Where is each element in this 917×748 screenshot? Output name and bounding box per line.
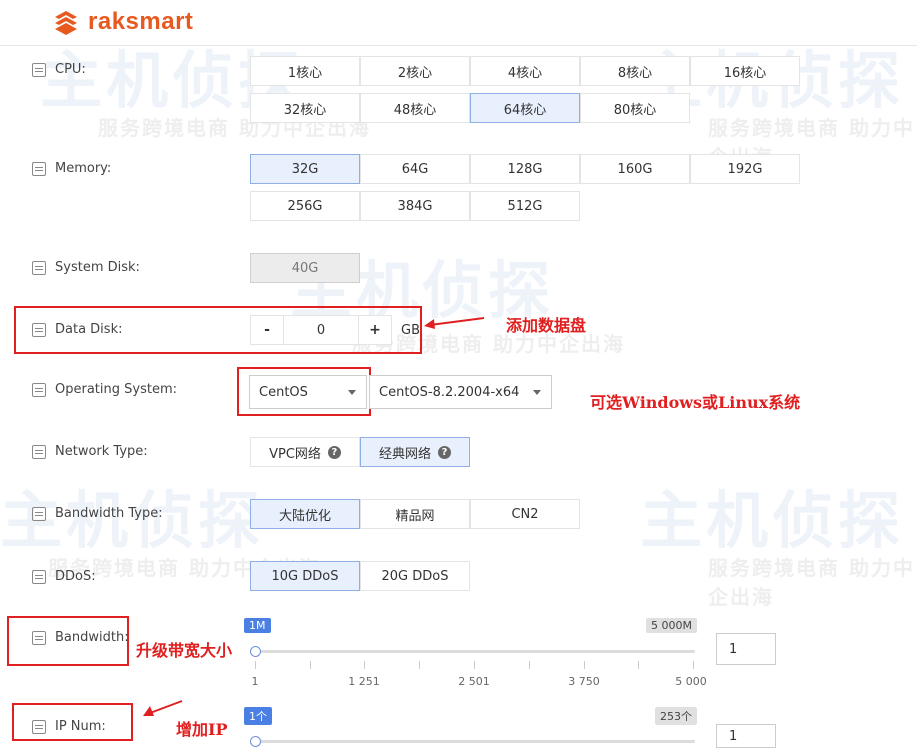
raksmart-logo-icon (55, 11, 77, 35)
ip-slider-handle[interactable] (250, 736, 261, 747)
slider-tick (474, 661, 475, 669)
bandwidth-slider-handle[interactable] (250, 646, 261, 657)
slider-tick (419, 661, 420, 669)
list-icon (32, 569, 46, 584)
cpu-option-selected[interactable]: 64核心 (470, 93, 580, 123)
network-option-vpc[interactable]: VPC网络? (250, 437, 360, 467)
ip-max-badge: 253个 (655, 707, 697, 725)
data-disk-input[interactable]: 0 (283, 315, 359, 345)
memory-label: Memory: (32, 161, 111, 176)
slider-tick (638, 661, 639, 669)
ddos-option-selected[interactable]: 10G DDoS (250, 561, 360, 591)
chevron-down-icon (348, 390, 356, 395)
question-circle-icon[interactable]: ? (438, 445, 451, 459)
data-disk-minus-button[interactable]: - (250, 315, 284, 345)
cpu-option[interactable]: 8核心 (580, 56, 690, 86)
list-icon (32, 630, 46, 645)
annotation-os: 可选Windows或Linux系统 (590, 393, 801, 412)
network-option-classic-selected[interactable]: 经典网络? (360, 437, 470, 467)
memory-option-selected[interactable]: 32G (250, 154, 360, 184)
watermark-subtext: 服务跨境电商 助力中企出海 (708, 556, 915, 609)
memory-option[interactable]: 160G (580, 154, 690, 184)
brand-logo[interactable]: raksmart (52, 8, 193, 36)
bandwidth-label: Bandwidth: (32, 630, 129, 645)
slider-tick (529, 661, 530, 669)
data-disk-plus-button[interactable]: + (358, 315, 392, 345)
list-icon (32, 444, 46, 459)
bandwidth-min-badge: 1M (244, 618, 271, 633)
list-icon (32, 719, 46, 734)
cpu-option[interactable]: 2核心 (360, 56, 470, 86)
annotation-bandwidth: 升级带宽大小 (136, 641, 233, 660)
header-divider (0, 45, 917, 46)
memory-option[interactable]: 256G (250, 191, 360, 221)
watermark-text: 主机侦探 (640, 484, 905, 557)
memory-option[interactable]: 192G (690, 154, 800, 184)
cpu-option[interactable]: 32核心 (250, 93, 360, 123)
annotation-arrow-icon (424, 317, 485, 329)
memory-option[interactable]: 64G (360, 154, 470, 184)
ip-min-badge: 1个 (244, 707, 272, 725)
cpu-label: CPU: (32, 62, 86, 77)
brand-name: raksmart (88, 8, 194, 35)
memory-option[interactable]: 128G (470, 154, 580, 184)
bandwidth-input[interactable]: 1 (716, 633, 776, 665)
bandwidth-max-badge: 5 000M (646, 618, 697, 633)
cpu-option[interactable]: 80核心 (580, 93, 690, 123)
slider-tick-label: 3 750 (568, 675, 600, 688)
ddos-label: DDoS: (32, 569, 96, 584)
slider-tick-label: 1 251 (348, 675, 380, 688)
slider-tick-label: 1 (251, 675, 259, 688)
list-icon (32, 506, 46, 521)
slider-tick-label: 5 000 (675, 675, 707, 688)
chevron-down-icon (533, 390, 541, 395)
slider-tick (255, 661, 256, 669)
list-icon (32, 322, 46, 337)
slider-tick (693, 661, 694, 669)
data-disk-unit: GB (401, 323, 420, 338)
memory-option[interactable]: 384G (360, 191, 470, 221)
cpu-option[interactable]: 16核心 (690, 56, 800, 86)
os-version-select[interactable]: CentOS-8.2.2004-x64 (369, 375, 552, 409)
system-disk-value: 40G (250, 253, 360, 283)
bandwidth-slider-track[interactable] (255, 650, 695, 653)
cpu-option[interactable]: 4核心 (470, 56, 580, 86)
cpu-option[interactable]: 48核心 (360, 93, 470, 123)
list-icon (32, 260, 46, 275)
annotation-ip: 增加IP (176, 720, 228, 739)
bandwidth-type-option[interactable]: 精品网 (360, 499, 470, 529)
slider-tick-label: 2 501 (458, 675, 490, 688)
cpu-option[interactable]: 1核心 (250, 56, 360, 86)
question-circle-icon[interactable]: ? (327, 445, 341, 459)
data-disk-label: Data Disk: (32, 322, 122, 337)
system-disk-label: System Disk: (32, 260, 140, 275)
list-icon (32, 382, 46, 397)
os-label: Operating System: (32, 382, 177, 397)
bandwidth-type-label: Bandwidth Type: (32, 506, 163, 521)
ip-num-label: IP Num: (32, 719, 106, 734)
ip-num-input[interactable]: 1 (716, 724, 776, 748)
slider-tick (310, 661, 311, 669)
os-family-select[interactable]: CentOS (249, 375, 367, 409)
bandwidth-type-option[interactable]: CN2 (470, 499, 580, 529)
slider-tick (584, 661, 585, 669)
slider-tick (364, 661, 365, 669)
list-icon (32, 161, 46, 176)
bandwidth-type-option-selected[interactable]: 大陆优化 (250, 499, 360, 529)
ddos-option[interactable]: 20G DDoS (360, 561, 470, 591)
memory-option[interactable]: 512G (470, 191, 580, 221)
list-icon (32, 62, 46, 77)
annotation-data-disk: 添加数据盘 (506, 316, 587, 335)
network-type-label: Network Type: (32, 444, 148, 459)
ip-slider-track[interactable] (255, 740, 695, 743)
